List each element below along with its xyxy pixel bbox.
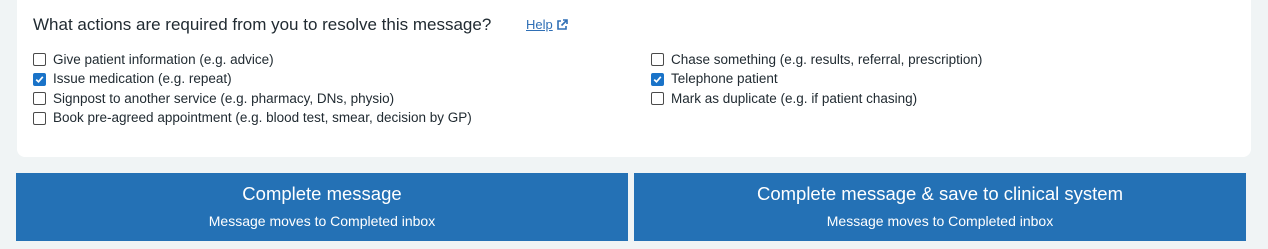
option-label: Signpost to another service (e.g. pharma…: [53, 90, 395, 106]
option-issue-medication[interactable]: Issue medication (e.g. repeat): [33, 70, 472, 90]
button-subtitle: Message moves to Completed inbox: [208, 213, 436, 229]
button-title: Complete message: [242, 183, 402, 204]
option-label: Book pre-agreed appointment (e.g. blood …: [53, 110, 472, 126]
complete-message-button[interactable]: Complete message Message moves to Comple…: [16, 173, 628, 241]
button-title: Complete message & save to clinical syst…: [756, 183, 1124, 204]
option-chase-something[interactable]: Chase something (e.g. results, referral,…: [651, 50, 982, 70]
checkbox[interactable]: [651, 53, 664, 67]
actions-panel: What actions are required from you to re…: [17, 0, 1251, 157]
option-book-appointment[interactable]: Book pre-agreed appointment (e.g. blood …: [33, 109, 472, 129]
checkbox[interactable]: [33, 92, 46, 106]
external-link-icon: [556, 19, 568, 30]
options-left-column: Give patient information (e.g. advice) I…: [33, 50, 472, 128]
option-label: Give patient information (e.g. advice): [53, 51, 274, 67]
checkbox[interactable]: [651, 72, 664, 86]
checkbox[interactable]: [33, 53, 46, 67]
actions-question: What actions are required from you to re…: [33, 15, 492, 34]
option-label: Telephone patient: [671, 71, 778, 87]
checkbox[interactable]: [651, 92, 664, 106]
option-label: Mark as duplicate (e.g. if patient chasi…: [671, 90, 918, 106]
option-label: Chase something (e.g. results, referral,…: [671, 51, 983, 67]
option-give-patient-information[interactable]: Give patient information (e.g. advice): [33, 50, 472, 70]
options-right-column: Chase something (e.g. results, referral,…: [651, 50, 982, 109]
complete-and-save-button[interactable]: Complete message & save to clinical syst…: [634, 173, 1246, 241]
help-link-label: Help: [526, 17, 553, 32]
help-link[interactable]: Help: [526, 17, 568, 33]
checkbox[interactable]: [33, 72, 46, 86]
option-label: Issue medication (e.g. repeat): [53, 71, 232, 87]
option-mark-duplicate[interactable]: Mark as duplicate (e.g. if patient chasi…: [651, 89, 982, 109]
checkbox[interactable]: [33, 111, 46, 125]
option-telephone-patient[interactable]: Telephone patient: [651, 70, 982, 90]
button-subtitle: Message moves to Completed inbox: [826, 213, 1054, 229]
option-signpost-service[interactable]: Signpost to another service (e.g. pharma…: [33, 89, 472, 109]
